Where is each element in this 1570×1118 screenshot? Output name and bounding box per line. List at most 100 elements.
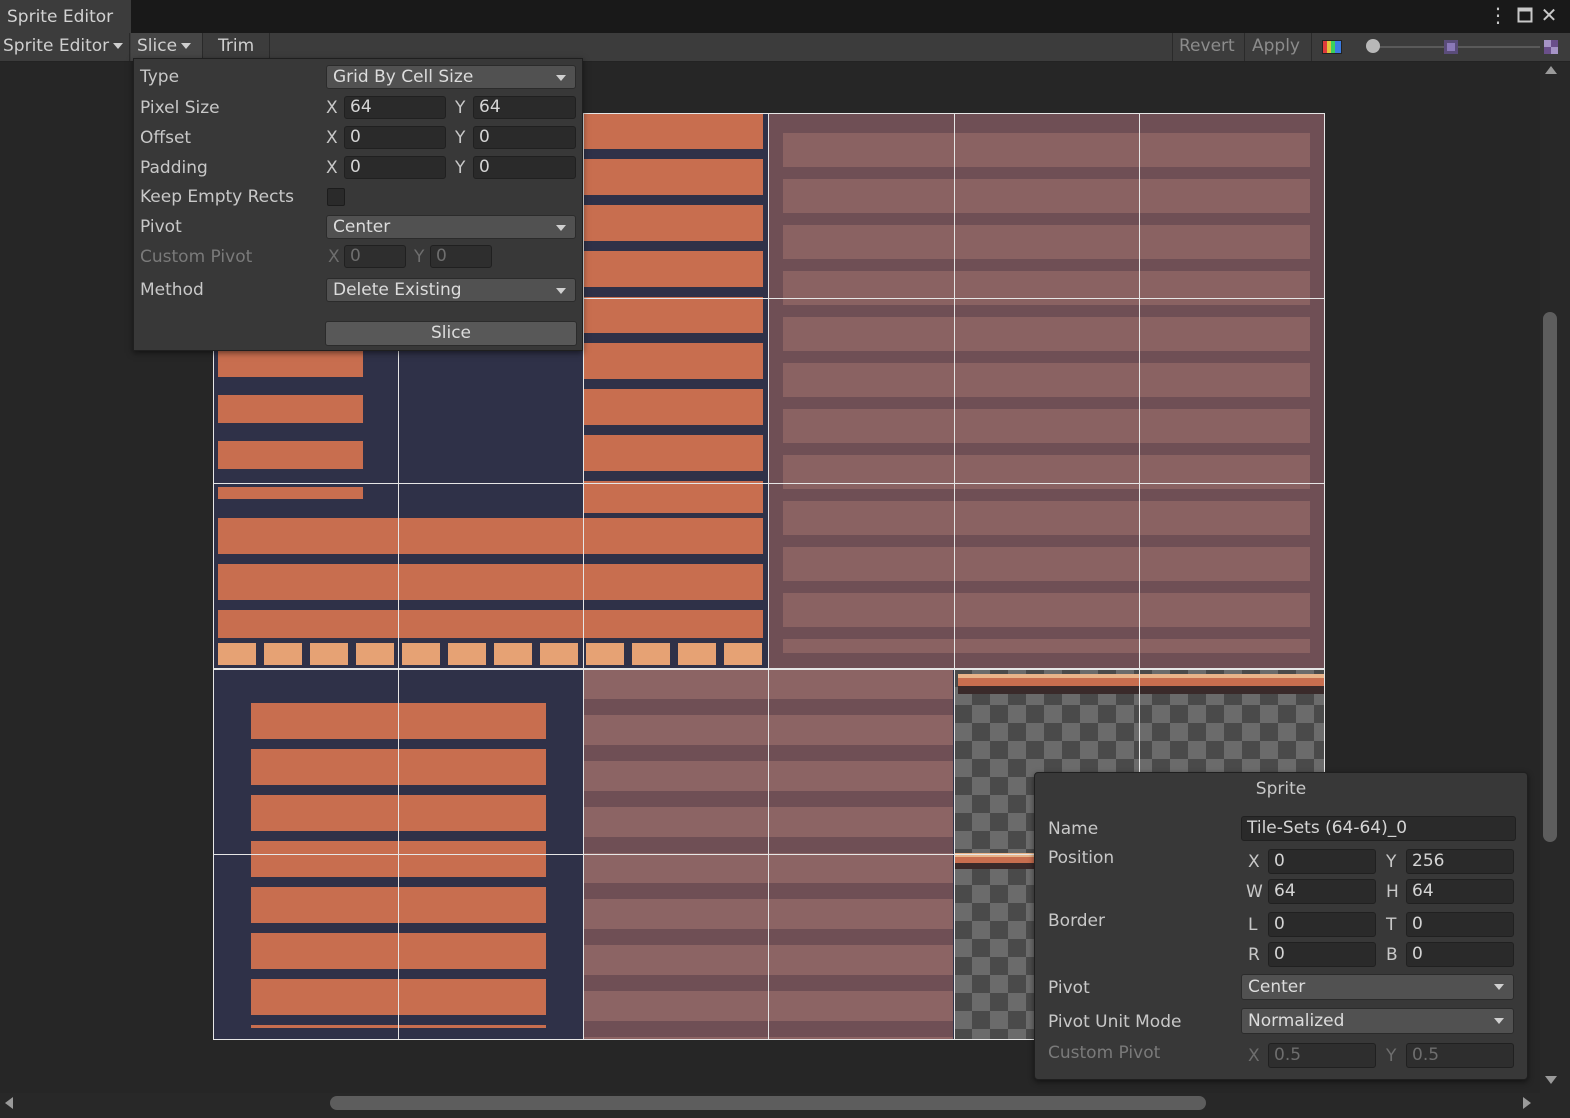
revert-button[interactable]: Revert	[1172, 33, 1244, 61]
border-b-field[interactable]: 0	[1406, 942, 1514, 967]
name-field[interactable]: Tile-Sets (64-64)_0	[1241, 816, 1516, 841]
padding-x-field[interactable]: 0	[344, 156, 446, 179]
chevron-down-icon	[556, 225, 566, 231]
vertical-scrollbar[interactable]	[1540, 62, 1570, 1093]
pivot-label: Pivot	[140, 217, 182, 237]
border-l-field[interactable]: 0	[1268, 912, 1376, 937]
custom-pivot-y-field: 0	[430, 245, 492, 268]
sprite-inspector-panel: Sprite Name Tile-Sets (64-64)_0 Position…	[1034, 772, 1528, 1080]
keep-empty-rects-label: Keep Empty Rects	[140, 187, 295, 207]
sprite-custom-pivot-label: Custom Pivot	[1048, 1043, 1161, 1063]
border-t-label: T	[1386, 915, 1397, 935]
tile-bricks-bottom-left	[251, 703, 546, 1028]
position-w-field[interactable]: 64	[1268, 879, 1376, 904]
sprite-custom-pivot-y-label: Y	[1386, 1046, 1397, 1066]
window-tab[interactable]: Sprite Editor	[0, 0, 131, 33]
custom-pivot-y-label: Y	[414, 247, 425, 267]
tile-bricks-floor	[218, 518, 763, 638]
chevron-down-icon	[1494, 984, 1504, 990]
keep-empty-rects-checkbox[interactable]	[327, 188, 345, 206]
position-x-label: X	[1248, 852, 1260, 872]
border-r-field[interactable]: 0	[1268, 942, 1376, 967]
pixel-size-y-field[interactable]: 64	[473, 96, 576, 119]
trim-button[interactable]: Trim	[204, 33, 270, 61]
method-dropdown-value: Delete Existing	[333, 280, 462, 300]
pixel-size-x-label: X	[326, 98, 338, 118]
mip-level-icon	[1444, 40, 1458, 54]
method-label: Method	[140, 280, 204, 300]
sprite-custom-pivot-y-field: 0.5	[1406, 1043, 1514, 1068]
pivot-unit-mode-label: Pivot Unit Mode	[1048, 1012, 1182, 1032]
sprite-pivot-dropdown[interactable]: Center	[1241, 974, 1514, 1000]
method-dropdown[interactable]: Delete Existing	[326, 278, 576, 302]
pivot-dropdown-value: Center	[333, 217, 391, 237]
border-t-field[interactable]: 0	[1406, 912, 1514, 937]
pivot-unit-mode-value: Normalized	[1248, 1011, 1345, 1031]
tile-ledge-top	[958, 674, 1325, 694]
pixel-size-x-field[interactable]: 64	[344, 96, 446, 119]
offset-y-label: Y	[455, 128, 466, 148]
offset-x-label: X	[326, 128, 338, 148]
sprite-pivot-dropdown-value: Center	[1248, 977, 1306, 997]
tile-bricks-dim-pattern	[783, 133, 1310, 653]
slice-panel: Type Grid By Cell Size Pixel Size X 64 Y…	[133, 58, 583, 351]
alpha-toggle[interactable]	[1544, 33, 1560, 61]
position-label: Position	[1048, 848, 1115, 868]
position-h-label: H	[1386, 882, 1399, 902]
maximize-icon[interactable]	[1514, 4, 1536, 26]
scroll-left-icon[interactable]	[5, 1097, 13, 1109]
custom-pivot-x-label: X	[328, 247, 340, 267]
position-y-field[interactable]: 256	[1406, 849, 1514, 874]
pixel-size-y-label: Y	[455, 98, 466, 118]
scroll-up-icon[interactable]	[1545, 66, 1557, 74]
border-label: Border	[1048, 911, 1105, 931]
tile-bricks-bottom-middle	[583, 669, 953, 1040]
scroll-right-icon[interactable]	[1523, 1097, 1531, 1109]
horizontal-scroll-thumb[interactable]	[330, 1096, 1206, 1110]
padding-y-label: Y	[455, 158, 466, 178]
position-w-label: W	[1246, 882, 1263, 902]
offset-y-field[interactable]: 0	[473, 126, 576, 149]
position-h-field[interactable]: 64	[1406, 879, 1514, 904]
type-dropdown[interactable]: Grid By Cell Size	[326, 65, 576, 89]
padding-label: Padding	[140, 158, 208, 178]
more-options-icon[interactable]: ⋮	[1487, 4, 1509, 26]
chevron-down-icon	[113, 43, 124, 49]
chevron-down-icon	[556, 75, 566, 81]
apply-button[interactable]: Apply	[1244, 33, 1312, 61]
slice-menu-label: Slice	[137, 36, 178, 56]
close-icon[interactable]: ✕	[1538, 4, 1560, 26]
type-dropdown-value: Grid By Cell Size	[333, 67, 474, 87]
offset-label: Offset	[140, 128, 192, 148]
border-b-label: B	[1386, 945, 1398, 965]
tile-bricks-trim	[218, 643, 763, 665]
mode-dropdown-label: Sprite Editor	[3, 36, 110, 56]
zoom-slider[interactable]	[1362, 33, 1542, 61]
padding-x-label: X	[326, 158, 338, 178]
slice-button[interactable]: Slice	[325, 321, 577, 346]
slider-handle[interactable]	[1366, 39, 1380, 53]
position-x-field[interactable]: 0	[1268, 849, 1376, 874]
tile-bricks-left-column	[218, 349, 363, 499]
custom-pivot-label: Custom Pivot	[140, 247, 253, 267]
color-channel-toggle[interactable]	[1318, 33, 1348, 61]
pivot-dropdown[interactable]: Center	[326, 215, 576, 239]
offset-x-field[interactable]: 0	[344, 126, 446, 149]
mode-dropdown[interactable]: Sprite Editor	[0, 33, 130, 61]
position-y-label: Y	[1386, 852, 1397, 872]
pivot-unit-mode-dropdown[interactable]: Normalized	[1241, 1008, 1514, 1034]
sprite-custom-pivot-x-field: 0.5	[1268, 1043, 1376, 1068]
padding-y-field[interactable]: 0	[473, 156, 576, 179]
name-label: Name	[1048, 819, 1099, 839]
sprite-pivot-label: Pivot	[1048, 978, 1090, 998]
border-r-label: R	[1248, 945, 1260, 965]
title-bar: Sprite Editor ⋮ ✕	[0, 0, 1570, 33]
tile-bricks-right-column	[583, 113, 763, 513]
chevron-down-icon	[1494, 1018, 1504, 1024]
horizontal-scrollbar[interactable]	[0, 1093, 1570, 1118]
slice-menu-button[interactable]: Slice	[131, 33, 203, 61]
custom-pivot-x-field: 0	[344, 245, 406, 268]
scroll-down-icon[interactable]	[1545, 1076, 1557, 1084]
vertical-scroll-thumb[interactable]	[1543, 312, 1557, 842]
chevron-down-icon	[181, 43, 192, 49]
